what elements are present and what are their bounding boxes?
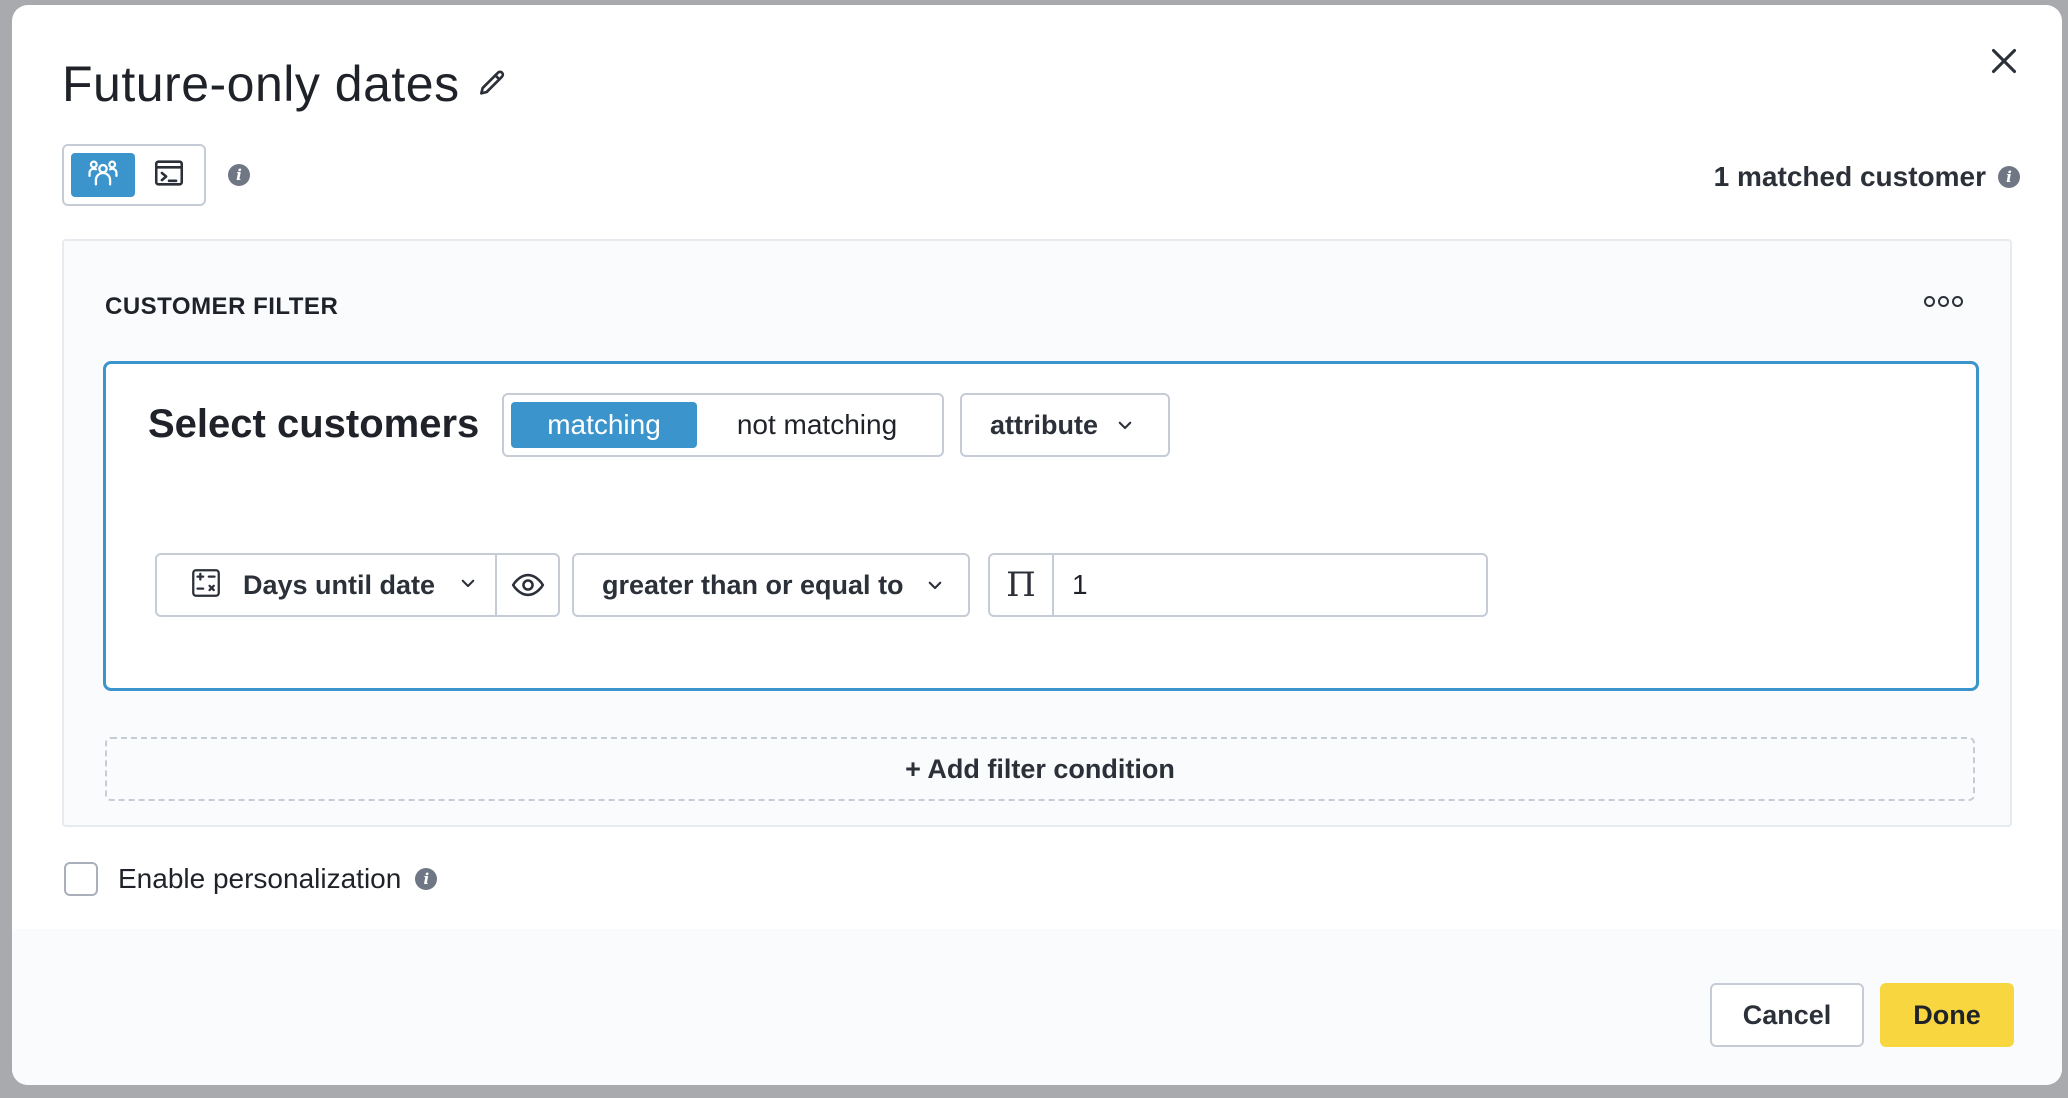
people-group-icon (86, 156, 120, 195)
terminal-icon (152, 156, 186, 195)
select-customers-label: Select customers (148, 402, 480, 446)
chevron-down-icon (1116, 410, 1134, 441)
field-label: Days until date (243, 569, 436, 600)
value-input[interactable] (1056, 555, 1481, 615)
filter-heading: CUSTOMER FILTER (105, 293, 339, 320)
personalization-option: Enable personalization i (64, 862, 438, 896)
filter-modal: Future-only dates i 1 matched customer i… (12, 5, 2062, 1085)
condition-type-label: attribute (990, 409, 1098, 440)
eye-icon[interactable] (497, 555, 558, 615)
info-icon[interactable]: i (228, 164, 250, 186)
personalization-label: Enable personalization (118, 863, 402, 894)
personalization-checkbox[interactable] (64, 862, 98, 896)
customer-filter-panel: CUSTOMER FILTER Select customers matchin… (62, 239, 2012, 827)
chevron-down-icon (459, 574, 477, 597)
operator-dropdown[interactable]: greater than or equal to (572, 553, 970, 617)
modal-title: Future-only dates (62, 56, 460, 112)
view-mode-toggle (62, 144, 206, 206)
modal-header: Future-only dates (62, 55, 508, 113)
field-selector: Days until date (155, 553, 560, 617)
matching-option[interactable]: matching (511, 402, 697, 448)
value-type-button[interactable]: Π (990, 555, 1052, 615)
done-button[interactable]: Done (1880, 983, 2014, 1047)
audience-view-button[interactable] (71, 153, 135, 197)
more-horizontal-icon[interactable] (1924, 296, 1963, 307)
operator-label: greater than or equal to (602, 569, 904, 600)
cancel-button[interactable]: Cancel (1710, 983, 1864, 1047)
close-icon[interactable] (1984, 41, 2024, 81)
add-filter-condition-button[interactable]: + Add filter condition (105, 737, 1975, 801)
value-field: Π (988, 553, 1488, 617)
filter-rule: Select customers matching not matching a… (103, 361, 1979, 691)
chevron-down-icon (926, 570, 944, 601)
code-view-button[interactable] (137, 153, 201, 197)
divider (1052, 555, 1054, 615)
info-icon[interactable]: i (415, 868, 438, 890)
matched-customers: 1 matched customer i (1714, 161, 2020, 193)
calculator-icon (189, 566, 223, 605)
pencil-icon[interactable] (476, 68, 508, 100)
field-dropdown[interactable]: Days until date (157, 555, 495, 615)
matched-count-label: 1 matched customer (1713, 161, 1986, 192)
not-matching-option[interactable]: not matching (697, 402, 937, 448)
match-mode-toggle: matching not matching (502, 393, 944, 457)
info-icon[interactable]: i (1998, 166, 2020, 188)
condition-type-dropdown[interactable]: attribute (960, 393, 1170, 457)
